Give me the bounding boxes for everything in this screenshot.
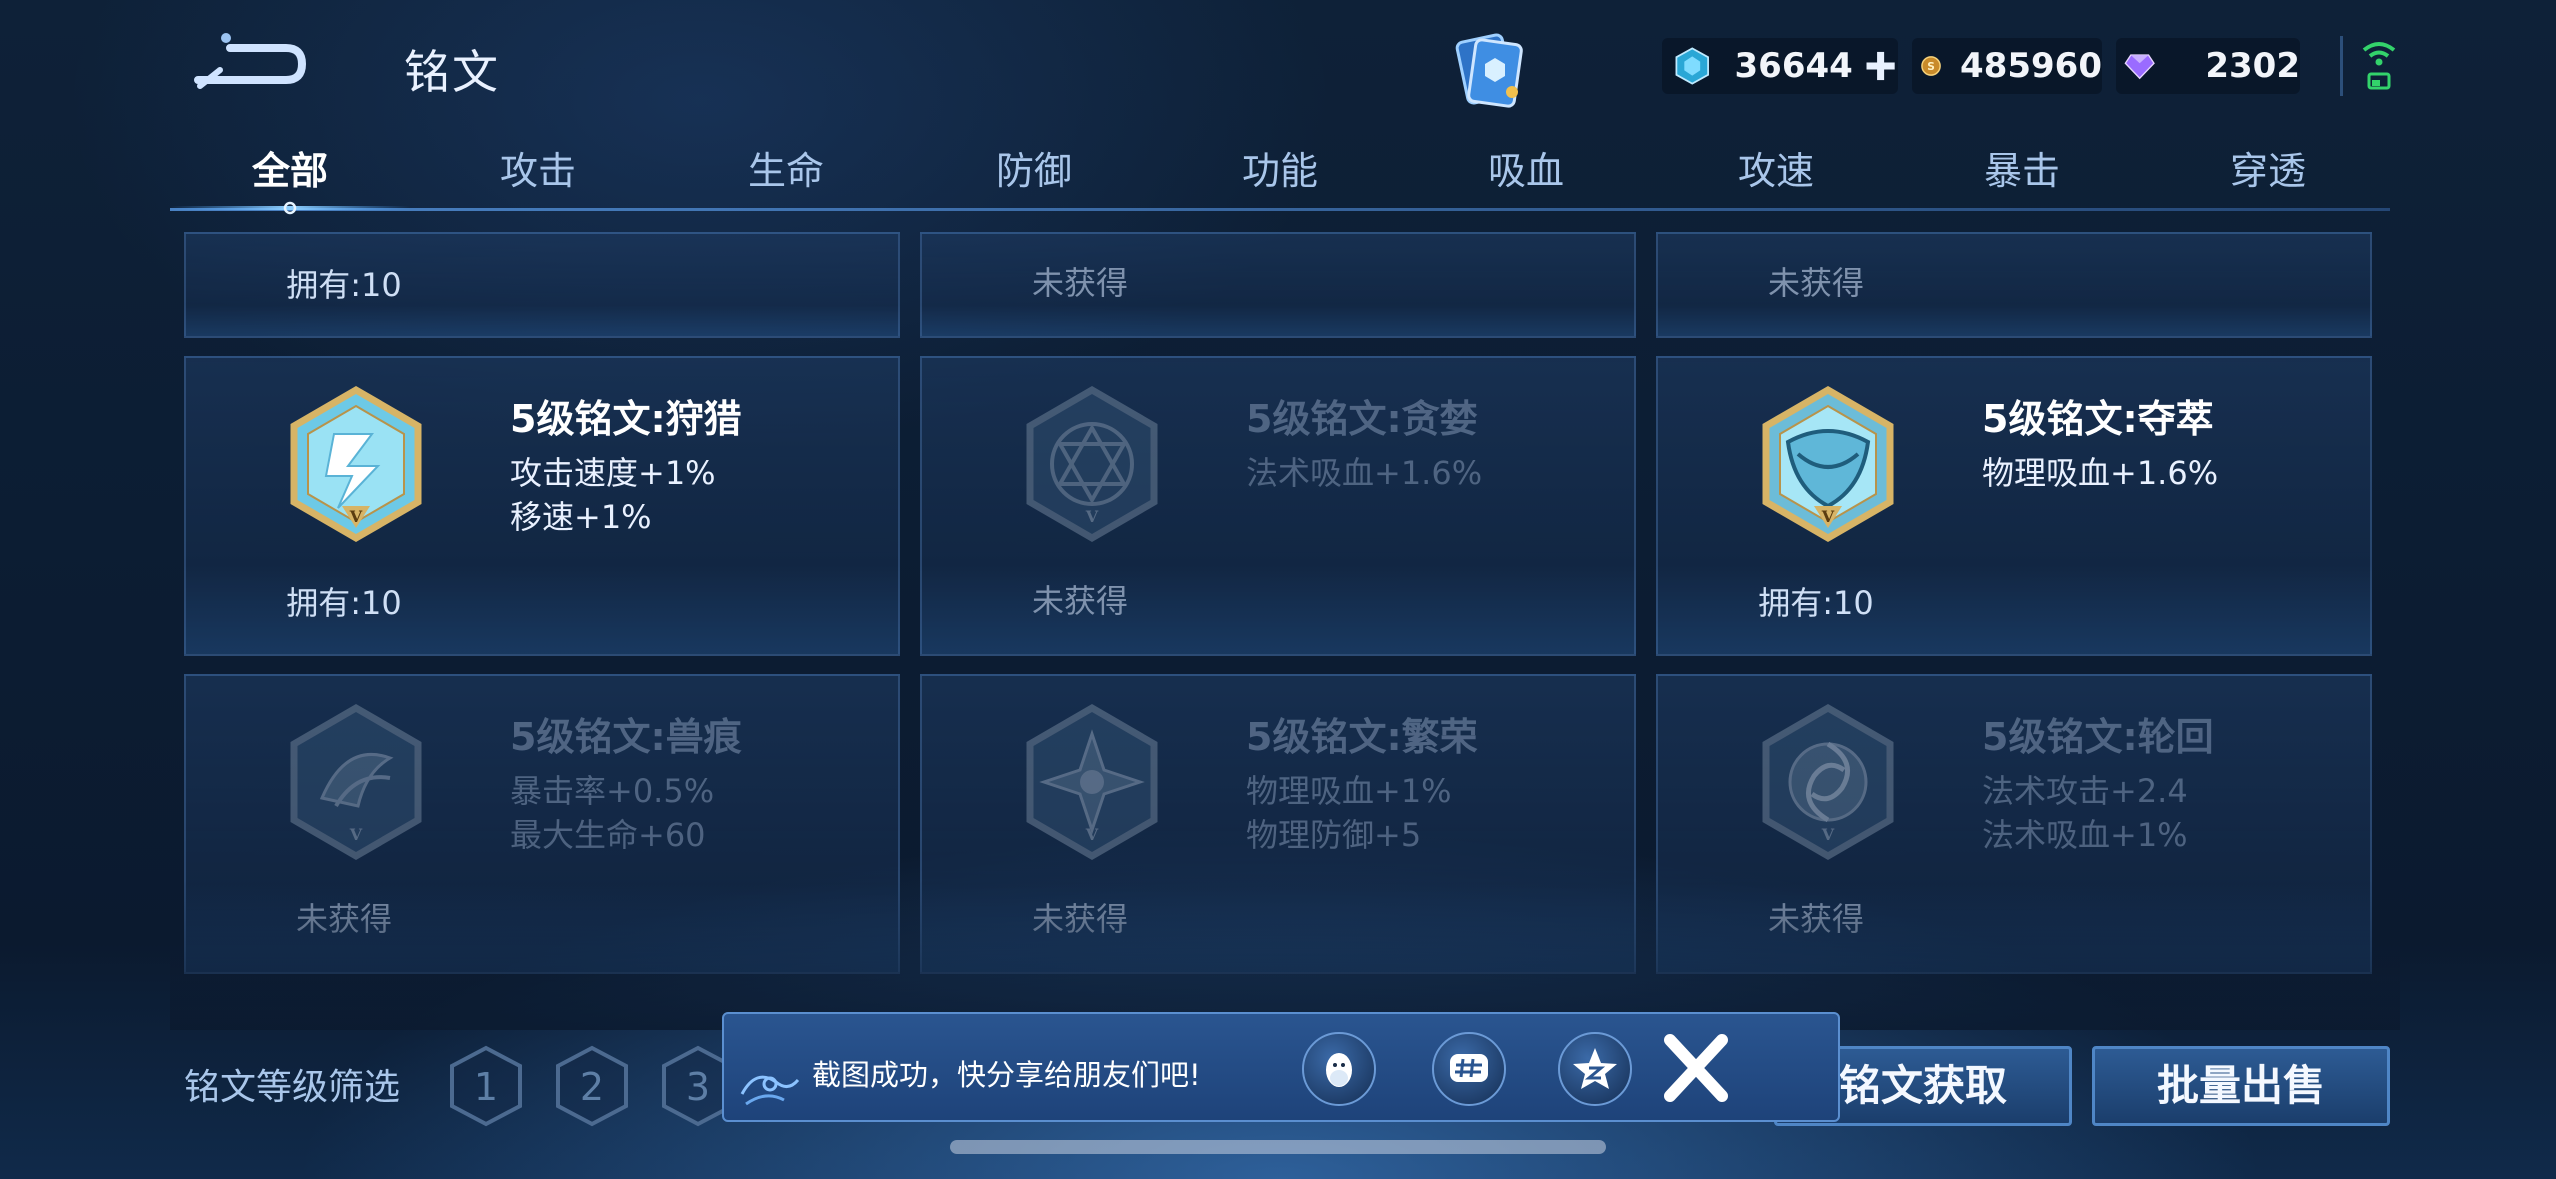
rune-stat: 最大生命+60: [510, 816, 706, 854]
active-tab-indicator: [170, 200, 410, 216]
reincarnation-rune-icon: V: [1762, 703, 1894, 861]
tab-critical[interactable]: 暴击: [1984, 140, 2060, 195]
level-filter-1-button[interactable]: 1: [448, 1044, 524, 1128]
svg-text:V: V: [1085, 825, 1099, 844]
rune-stat: 攻击速度+1%: [510, 454, 716, 492]
rune-card-partial[interactable]: 拥有:10: [184, 232, 900, 338]
bulk-sell-button[interactable]: 批量出售: [2092, 1046, 2390, 1126]
prosperity-rune-icon: V: [1026, 703, 1158, 861]
qq-icon: [1326, 1053, 1352, 1087]
level-filter-1-label: 1: [474, 1065, 498, 1109]
page-title: 铭文: [404, 45, 500, 99]
tab-defense[interactable]: 防御: [996, 140, 1072, 195]
hash-topic-icon: [1450, 1054, 1488, 1082]
rune-card-partial[interactable]: 未获得: [1656, 232, 2372, 338]
rune-name: 5级铭文:夺萃: [1982, 397, 2214, 441]
svg-text:V: V: [349, 507, 363, 526]
rune-name: 5级铭文:狩猎: [510, 397, 742, 441]
share-qzone-button[interactable]: [1558, 1032, 1632, 1106]
tab-all[interactable]: 全部: [252, 140, 328, 195]
rune-stat: 法术吸血+1%: [1982, 816, 2188, 854]
svg-text:V: V: [1085, 507, 1099, 526]
owned-count: 未获得: [295, 900, 392, 938]
crystal-value: 36644: [1734, 46, 1853, 86]
tab-lifesteal[interactable]: 吸血: [1488, 140, 1564, 195]
rune-card-icon[interactable]: [1448, 28, 1528, 114]
rune-stat: 移速+1%: [510, 498, 652, 536]
rune-card-prosperity[interactable]: V 5级铭文:繁荣 物理吸血+1% 物理防御+5 未获得: [920, 674, 1636, 974]
blue-crystal-icon: [1675, 47, 1709, 85]
greed-rune-icon: V: [1026, 385, 1158, 543]
rune-card-greed[interactable]: V 5级铭文:贪婪 法术吸血+1.6% 未获得: [920, 356, 1636, 656]
rune-name: 5级铭文:兽痕: [510, 715, 742, 759]
rune-card-beast-mark[interactable]: V 5级铭文:兽痕 暴击率+0.5% 最大生命+60 未获得: [184, 674, 900, 974]
level-filter-2-label: 2: [580, 1065, 604, 1109]
coin-currency: S 485960: [1912, 38, 2102, 94]
tab-attack[interactable]: 攻击: [500, 140, 576, 195]
svg-text:S: S: [1927, 61, 1935, 73]
diamond-currency: 2302: [2116, 38, 2300, 94]
rune-name: 5级铭文:轮回: [1982, 715, 2214, 759]
owned-count: 未获得: [1767, 900, 1864, 938]
rune-name: 5级铭文:繁荣: [1246, 715, 1478, 759]
category-tabs: 全部 攻击 生命 防御 功能 吸血 攻速 暴击 穿透: [172, 140, 2390, 196]
rune-card-plunder[interactable]: V 5级铭文:夺萃 物理吸血+1.6% 拥有:10: [1656, 356, 2372, 656]
cloud-swirl-icon: [740, 1075, 800, 1106]
tab-attack-speed[interactable]: 攻速: [1738, 140, 1814, 195]
back-button[interactable]: [190, 26, 310, 96]
share-qq-button[interactable]: [1302, 1032, 1376, 1106]
screenshot-share-toast: 截图成功，快分享给朋友们吧!: [722, 1012, 1840, 1122]
owned-count: 拥有:10: [286, 266, 402, 304]
rune-card-partial[interactable]: 未获得: [920, 232, 1636, 338]
tab-divider: [170, 208, 2390, 211]
svg-text:V: V: [1821, 825, 1835, 844]
rune-name: 5级铭文:贪婪: [1246, 397, 1478, 441]
purple-diamond-icon: [2124, 54, 2155, 80]
qzone-star-icon: [1573, 1048, 1617, 1089]
level-filter-2-button[interactable]: 2: [554, 1044, 630, 1128]
svg-text:V: V: [1821, 507, 1835, 526]
share-topic-button[interactable]: [1432, 1032, 1506, 1106]
owned-count: 拥有:10: [1758, 584, 1874, 622]
plunder-rune-icon: V: [1762, 385, 1894, 543]
close-toast-icon[interactable]: [1660, 1028, 1732, 1108]
add-crystal-icon[interactable]: [1863, 46, 1898, 86]
owned-count: 未获得: [1767, 264, 1864, 302]
wifi-battery-status-icon: [2340, 36, 2404, 96]
owned-count: 拥有:10: [286, 584, 402, 622]
coin-value: 485960: [1960, 46, 2102, 86]
rune-stat: 暴击率+0.5%: [510, 772, 715, 810]
rune-stat: 物理吸血+1.6%: [1982, 454, 2219, 492]
level-filter-3-label: 3: [686, 1065, 710, 1109]
home-indicator[interactable]: [950, 1140, 1606, 1154]
diamond-value: 2302: [2205, 46, 2300, 86]
tab-utility[interactable]: 功能: [1242, 140, 1318, 195]
crystal-currency: 36644: [1662, 38, 1898, 94]
owned-count: 未获得: [1031, 264, 1128, 302]
hunt-rune-icon: V: [290, 385, 422, 543]
back-arrow-icon: [194, 33, 307, 89]
rune-card-reincarnation[interactable]: V 5级铭文:轮回 法术攻击+2.4 法术吸血+1% 未获得: [1656, 674, 2372, 974]
beast-mark-rune-icon: V: [290, 703, 422, 861]
level-filter-label: 铭文等级筛选: [184, 1067, 401, 1108]
rune-stat: 物理吸血+1%: [1246, 772, 1452, 810]
svg-text:V: V: [349, 825, 363, 844]
rune-stat: 法术吸血+1.6%: [1246, 454, 1483, 492]
tab-penetration[interactable]: 穿透: [2230, 140, 2306, 195]
owned-count: 未获得: [1031, 900, 1128, 938]
rune-stat: 法术攻击+2.4: [1982, 772, 2188, 810]
rune-stat: 物理防御+5: [1246, 816, 1422, 854]
rune-card-hunt[interactable]: V 5级铭文:狩猎 攻击速度+1% 移速+1% 拥有:10: [184, 356, 900, 656]
tab-health[interactable]: 生命: [748, 140, 824, 195]
toast-message: 截图成功，快分享给朋友们吧!: [812, 1058, 1201, 1092]
owned-count: 未获得: [1031, 582, 1128, 620]
gold-coin-icon: S: [1921, 56, 1941, 76]
